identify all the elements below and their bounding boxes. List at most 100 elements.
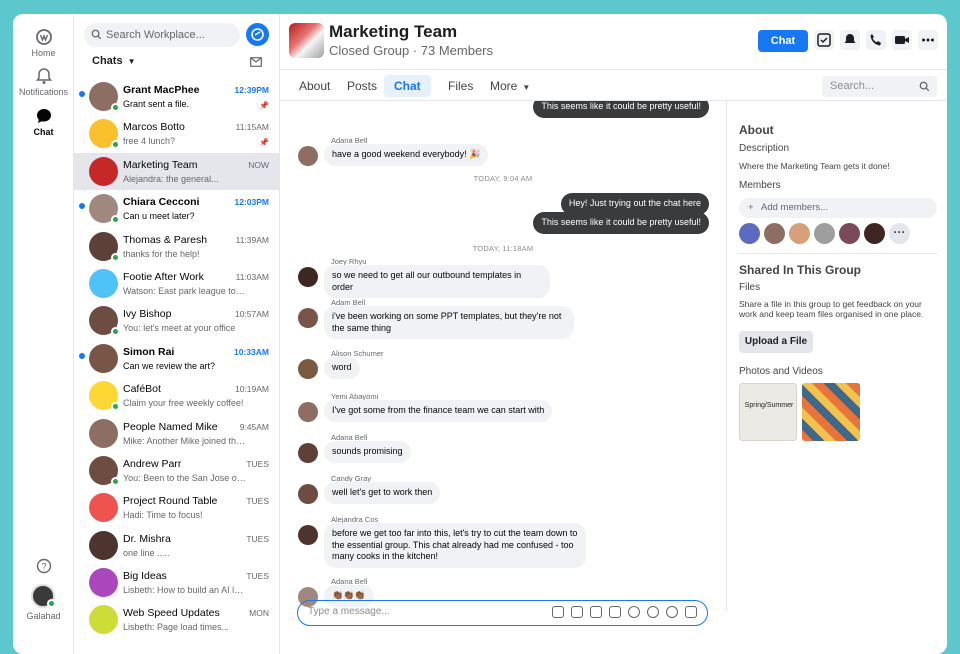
- chat-name: Andrew Parr: [123, 457, 182, 470]
- chat-list-item[interactable]: Thomas & Paresh thanks for the help! 11:39…: [74, 228, 280, 265]
- group-subtitle: Closed Group · 73 Members: [329, 43, 494, 58]
- chat-items: Grant MacPhee Grant sent a file. 12:39PM 📌 M…: [74, 78, 280, 639]
- sender-avatar[interactable]: [298, 443, 318, 463]
- sender-avatar[interactable]: [298, 359, 318, 379]
- unread-dot: [79, 203, 85, 210]
- member-avatar[interactable]: [839, 223, 860, 244]
- avatar: [89, 530, 118, 560]
- chat-name: Web Speed Updates: [123, 607, 220, 620]
- outgoing-message[interactable]: This seems like it could be pretty usefu…: [533, 101, 709, 118]
- call-button[interactable]: [866, 30, 886, 50]
- chat-list-item[interactable]: Chiara Cecconi Can u meet later? 12:03PM: [74, 190, 280, 227]
- chat-list-item[interactable]: CaféBot Claim your free weekly coffee! 10:…: [74, 377, 280, 414]
- message-bubble[interactable]: sounds promising: [324, 441, 411, 463]
- user-avatar[interactable]: [31, 584, 56, 608]
- video-call-button[interactable]: [892, 30, 912, 50]
- message-composer[interactable]: Type a message...: [297, 600, 708, 626]
- unread-dot: [79, 91, 85, 97]
- add-members-input[interactable]: + Add members...: [739, 198, 937, 218]
- app-window: Home Notifications Chat ? Galahad Search…: [13, 14, 947, 654]
- message-bubble[interactable]: so we need to get all our outbound templ…: [324, 265, 550, 298]
- chat-list-item[interactable]: Ivy Bishop You: let's meet at your office…: [74, 302, 280, 339]
- chat-button[interactable]: Chat: [758, 30, 808, 52]
- member-avatar[interactable]: [814, 223, 835, 244]
- envelope-icon[interactable]: [250, 57, 262, 67]
- more-options-button[interactable]: [918, 30, 938, 50]
- member-avatar[interactable]: [864, 223, 885, 244]
- upload-file-button[interactable]: Upload a File: [739, 331, 813, 353]
- chat-list-item[interactable]: Marcos Botto free 4 lunch? 11:15AM 📌: [74, 115, 280, 152]
- sender-avatar[interactable]: [298, 267, 318, 287]
- chat-list-item[interactable]: People Named Mike Mike: Another Mike join…: [74, 415, 280, 452]
- message-bubble[interactable]: have a good weekend everybody! 🎉: [324, 144, 489, 166]
- tab-about[interactable]: About: [289, 75, 340, 97]
- emoji-icon[interactable]: [628, 606, 640, 618]
- tab-chat[interactable]: Chat: [384, 75, 431, 97]
- bell-icon: [844, 34, 856, 43]
- message-bubble[interactable]: I've got some from the finance team we c…: [324, 400, 553, 422]
- member-avatar[interactable]: [739, 223, 760, 244]
- notifications-button[interactable]: [840, 30, 860, 50]
- attach-icon[interactable]: [552, 606, 564, 618]
- avatar: [89, 268, 118, 298]
- sender-avatar[interactable]: [298, 308, 318, 328]
- about-heading: About: [739, 123, 774, 137]
- sender-avatar[interactable]: [298, 146, 318, 166]
- tab-posts[interactable]: Posts: [337, 75, 387, 97]
- search-icon: [919, 81, 930, 92]
- new-message-button[interactable]: [246, 23, 269, 46]
- chat-list-item[interactable]: Andrew Parr You: Been to the San Jose off…: [74, 452, 280, 489]
- more-members-button[interactable]: ···: [889, 223, 910, 244]
- chat-list-item[interactable]: Marketing Team Alejandra: the general... N…: [74, 152, 280, 191]
- group-tabs: About Posts Chat Files More ▼ Search...: [280, 69, 947, 101]
- workplace-search-input[interactable]: Search Workplace...: [84, 23, 240, 47]
- chat-time: 11:03AM: [235, 271, 269, 282]
- member-avatar[interactable]: [789, 223, 810, 244]
- message-bubble[interactable]: before we get too far into this, let's t…: [324, 523, 586, 568]
- group-title: Marketing Team: [329, 22, 458, 41]
- message-bubble[interactable]: i've been working on some PPT templates,…: [324, 306, 574, 339]
- nav-home[interactable]: Home: [13, 28, 74, 58]
- avatar: [89, 455, 120, 486]
- nav-chat[interactable]: Chat: [13, 107, 74, 137]
- group-search-input[interactable]: Search...: [822, 76, 937, 97]
- chat-list-item[interactable]: Footie After Work Watson: East park leagu…: [74, 265, 280, 302]
- chat-name: Chiara Cecconi: [123, 196, 200, 209]
- photo-icon[interactable]: [571, 606, 583, 618]
- chat-list-panel: Search Workplace... Chats ▼ Grant MacPhee…: [74, 14, 280, 654]
- help-button[interactable]: ?: [13, 557, 74, 577]
- member-avatar[interactable]: [764, 223, 785, 244]
- sender-avatar[interactable]: [298, 402, 318, 422]
- pin-icon: 📌: [259, 138, 269, 148]
- chat-time: TUES: [246, 571, 269, 582]
- tab-files[interactable]: Files: [438, 75, 483, 97]
- chat-list-item[interactable]: Dr. Mishra one line ..... TUES: [74, 527, 280, 564]
- thumbs-up-icon[interactable]: [685, 606, 697, 618]
- poll-icon[interactable]: [666, 606, 678, 618]
- online-indicator: [111, 402, 120, 412]
- sticker-icon[interactable]: [590, 606, 602, 618]
- nav-notifications[interactable]: Notifications: [13, 67, 74, 97]
- outgoing-message[interactable]: This seems like it could be pretty usefu…: [533, 212, 709, 234]
- tab-more-label: More: [490, 79, 518, 93]
- photo-thumbnail[interactable]: [802, 383, 860, 441]
- sender-avatar[interactable]: [298, 525, 318, 545]
- chat-list-item[interactable]: Grant MacPhee Grant sent a file. 12:39PM 📌: [74, 78, 280, 115]
- message-bubble[interactable]: word: [324, 357, 360, 379]
- members-label: Members: [739, 180, 781, 191]
- tab-more[interactable]: More ▼: [480, 75, 540, 97]
- sender-avatar[interactable]: [298, 484, 318, 504]
- chat-list-item[interactable]: Web Speed Updates Lisbeth: Page load time…: [74, 601, 280, 638]
- checklist-button[interactable]: [814, 30, 834, 50]
- chats-filter-dropdown[interactable]: Chats ▼: [92, 55, 135, 67]
- gif-icon[interactable]: [609, 606, 621, 618]
- avatar: [89, 418, 118, 448]
- chat-list-item[interactable]: Project Round Table Hadi: Time to focus! T…: [74, 489, 280, 526]
- chat-list-item[interactable]: Big Ideas Lisbeth: How to build an AI loo…: [74, 564, 280, 601]
- chat-list-item[interactable]: Simon Rai Can we review the art? 10:33AM: [74, 340, 280, 377]
- date-separator: TODAY, 11:18AM: [472, 244, 534, 253]
- chat-preview: Alejandra: the general...: [123, 173, 219, 184]
- microphone-icon[interactable]: [647, 606, 659, 618]
- photo-thumbnail[interactable]: Spring/Summer: [739, 383, 797, 441]
- message-bubble[interactable]: well let's get to work then: [324, 482, 441, 504]
